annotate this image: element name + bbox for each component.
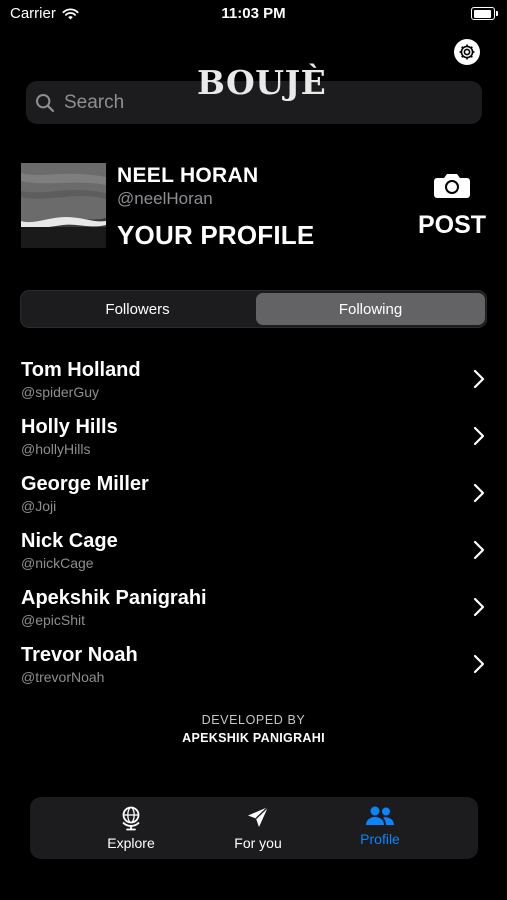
developer-credit: DEVELOPED BY APEKSHIK PANIGRAHI: [0, 713, 507, 745]
list-item[interactable]: Trevor Noah @trevorNoah: [21, 644, 491, 696]
battery-icon: [471, 7, 498, 20]
list-item[interactable]: George Miller @Joji: [21, 473, 491, 525]
post-label: POST: [417, 211, 487, 239]
user-name: Tom Holland: [21, 359, 141, 381]
page-title: YOUR PROFILE: [117, 220, 315, 250]
chevron-right-icon: [473, 654, 485, 674]
chevron-right-icon: [473, 426, 485, 446]
followers-following-segmented-control[interactable]: Followers Following: [20, 290, 487, 328]
developed-by-label: DEVELOPED BY: [201, 713, 306, 727]
camera-icon: [434, 174, 470, 198]
user-name: Trevor Noah: [21, 644, 138, 666]
tab-followers[interactable]: Followers: [23, 293, 252, 325]
profile-handle: @neelHoran: [117, 189, 213, 208]
list-item[interactable]: Nick Cage @nickCage: [21, 530, 491, 582]
tab-for-you[interactable]: For you: [213, 805, 303, 851]
chevron-right-icon: [473, 597, 485, 617]
list-item[interactable]: Tom Holland @spiderGuy: [21, 359, 491, 411]
user-handle: @trevorNoah: [21, 669, 105, 685]
user-handle: @epicShit: [21, 612, 86, 628]
paperplane-icon: [248, 806, 269, 827]
user-handle: @nickCage: [21, 555, 94, 571]
list-item[interactable]: Holly Hills @hollyHills: [21, 416, 491, 468]
list-item[interactable]: Apekshik Panigrahi @epicShit: [21, 587, 491, 639]
tab-label: Explore: [107, 835, 155, 851]
tab-profile[interactable]: Profile: [335, 805, 425, 847]
tab-following[interactable]: Following: [256, 293, 485, 325]
tab-label: For you: [234, 835, 282, 851]
chevron-right-icon: [473, 369, 485, 389]
avatar: [21, 163, 106, 248]
profile-name: NEEL HORAN: [117, 164, 259, 187]
gear-icon: [459, 44, 475, 60]
user-name: George Miller: [21, 473, 149, 495]
user-handle: @hollyHills: [21, 441, 91, 457]
user-name: Nick Cage: [21, 530, 118, 552]
globe-icon: [122, 806, 140, 831]
post-button[interactable]: POST: [410, 172, 494, 240]
chevron-right-icon: [473, 483, 485, 503]
settings-button[interactable]: [454, 39, 480, 65]
chevron-right-icon: [473, 540, 485, 560]
people-icon: [366, 806, 394, 825]
search-icon: [36, 93, 55, 112]
user-handle: @Joji: [21, 498, 57, 514]
tab-bar: Explore For you Profile: [30, 797, 478, 859]
developer-name: APEKSHIK PANIGRAHI: [182, 731, 325, 745]
user-name: Holly Hills: [21, 416, 118, 438]
app-logo: BOUJÈ: [197, 63, 327, 102]
user-handle: @spiderGuy: [21, 384, 100, 400]
tab-explore[interactable]: Explore: [86, 805, 176, 851]
user-name: Apekshik Panigrahi: [21, 587, 207, 609]
tab-label: Profile: [360, 831, 400, 847]
status-time: 11:03 PM: [221, 5, 286, 22]
